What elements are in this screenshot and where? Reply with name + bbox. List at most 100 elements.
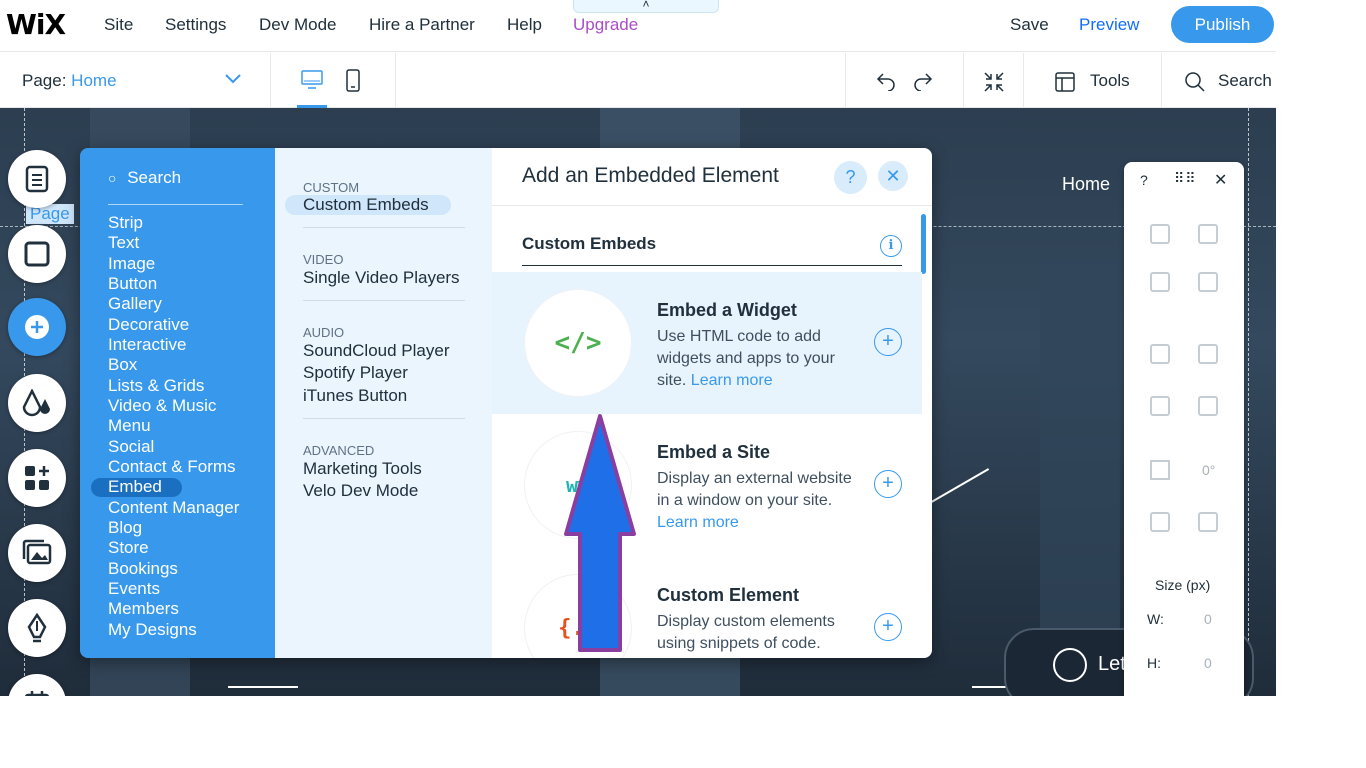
- media-icon: [22, 539, 52, 565]
- search-button[interactable]: Search: [1218, 71, 1272, 91]
- editor-toolbar: Page: Home Tools Search: [0, 53, 1276, 108]
- category-item[interactable]: Decorative: [108, 315, 189, 335]
- add-custom-element-button[interactable]: +: [874, 613, 902, 641]
- add-elements-button[interactable]: [8, 298, 66, 356]
- subcategory-single-video-players[interactable]: Single Video Players: [303, 268, 460, 288]
- menu-settings[interactable]: Settings: [165, 15, 226, 35]
- subcategory-custom-embeds[interactable]: Custom Embeds: [303, 195, 429, 215]
- match-size-icon[interactable]: [1198, 396, 1218, 416]
- menu-site[interactable]: Site: [104, 15, 133, 35]
- paste-icon[interactable]: [1198, 224, 1218, 244]
- collapse-topbar-tab[interactable]: ˄: [573, 0, 719, 13]
- publish-button[interactable]: Publish: [1171, 6, 1274, 43]
- card-title: Custom Element: [657, 585, 800, 605]
- category-item[interactable]: Bookings: [108, 559, 178, 579]
- category-item[interactable]: Contact & Forms: [108, 457, 236, 477]
- custom-element-card[interactable]: {.. Custom Element Display custom elemen…: [492, 557, 922, 658]
- wix-logo[interactable]: WiX: [6, 8, 66, 41]
- help-button[interactable]: ?: [834, 161, 867, 194]
- gridline-right: [1248, 108, 1249, 696]
- menu-help[interactable]: Help: [507, 15, 542, 35]
- category-item[interactable]: Content Manager: [108, 498, 239, 518]
- learn-more-link[interactable]: Learn more: [691, 372, 773, 389]
- category-item[interactable]: Events: [108, 579, 160, 599]
- copy-icon[interactable]: [1150, 224, 1170, 244]
- background-button[interactable]: [8, 225, 66, 283]
- flip-horizontal-icon[interactable]: [1150, 512, 1170, 532]
- subcategory-marketing-tools[interactable]: Marketing Tools: [303, 459, 422, 479]
- tools-button[interactable]: Tools: [1090, 71, 1130, 91]
- up-arrow-annotation: [564, 414, 636, 652]
- category-item[interactable]: Image: [108, 254, 155, 274]
- category-item[interactable]: Box: [108, 355, 137, 375]
- category-item[interactable]: Store: [108, 538, 149, 558]
- flip-vertical-icon[interactable]: [1198, 512, 1218, 532]
- menu-upgrade[interactable]: Upgrade: [573, 15, 638, 35]
- subcategory-soundcloud-player[interactable]: SoundCloud Player: [303, 341, 449, 361]
- code-brackets-icon: </>: [525, 290, 631, 396]
- add-site-button[interactable]: +: [874, 470, 902, 498]
- category-item[interactable]: Button: [108, 274, 157, 294]
- category-item[interactable]: Text: [108, 233, 139, 253]
- arrange-icon[interactable]: [1150, 344, 1170, 364]
- plus-icon: [25, 315, 49, 339]
- zoom-out-icon[interactable]: [983, 71, 1005, 93]
- delete-icon[interactable]: [1198, 272, 1218, 292]
- pages-menu-button[interactable]: [8, 150, 66, 208]
- subcategory-spotify-player[interactable]: Spotify Player: [303, 363, 408, 383]
- embed-widget-card[interactable]: </> Embed a Widget Use HTML code to add …: [492, 272, 922, 414]
- width-input[interactable]: 0: [1204, 611, 1212, 627]
- subcategory-heading: ADVANCED: [303, 443, 375, 458]
- save-button[interactable]: Save: [1010, 15, 1049, 35]
- duplicate-icon[interactable]: [1150, 272, 1170, 292]
- category-item[interactable]: Interactive: [108, 335, 186, 355]
- subcategory-heading: CUSTOM: [303, 180, 360, 195]
- rotate-angle-icon[interactable]: [1150, 460, 1170, 480]
- info-icon[interactable]: i: [880, 235, 902, 257]
- blog-button[interactable]: [8, 599, 66, 657]
- tools-icon[interactable]: [1054, 71, 1076, 93]
- menu-dev-mode[interactable]: Dev Mode: [259, 15, 336, 35]
- undo-icon[interactable]: [875, 71, 897, 91]
- subcategory-velo-dev-mode[interactable]: Velo Dev Mode: [303, 481, 418, 501]
- help-icon[interactable]: ?: [1140, 172, 1148, 188]
- category-item[interactable]: Members: [108, 599, 179, 619]
- search-icon[interactable]: [1184, 71, 1206, 93]
- category-item[interactable]: Menu: [108, 416, 151, 436]
- subcategory-itunes-button[interactable]: iTunes Button: [303, 386, 407, 406]
- apps-button[interactable]: [8, 449, 66, 507]
- chevron-down-icon[interactable]: [224, 73, 242, 85]
- top-bar: WiX Site Settings Dev Mode Hire a Partne…: [0, 0, 1276, 52]
- height-input[interactable]: 0: [1204, 655, 1212, 671]
- close-button[interactable]: ✕: [878, 161, 908, 191]
- rotation-value[interactable]: 0°: [1202, 462, 1215, 478]
- preview-button[interactable]: Preview: [1079, 15, 1139, 35]
- menu-hire-a-partner[interactable]: Hire a Partner: [369, 15, 475, 35]
- category-item[interactable]: Gallery: [108, 294, 162, 314]
- embed-site-card[interactable]: ww Embed a Site Display an external webs…: [492, 414, 922, 556]
- category-item[interactable]: Video & Music: [108, 396, 216, 416]
- page-selector[interactable]: Page: Home: [22, 71, 117, 91]
- media-button[interactable]: [8, 524, 66, 582]
- paint-drop-icon: [22, 389, 50, 417]
- category-item[interactable]: Lists & Grids: [108, 376, 204, 396]
- align-icon[interactable]: [1198, 344, 1218, 364]
- redo-icon[interactable]: [912, 71, 934, 91]
- add-widget-button[interactable]: +: [874, 328, 902, 356]
- mobile-icon[interactable]: [345, 69, 361, 93]
- drag-handle-icon[interactable]: ⠿⠿: [1174, 170, 1197, 187]
- divider: [1023, 53, 1024, 108]
- site-nav-home[interactable]: Home: [1062, 174, 1110, 195]
- close-icon[interactable]: ✕: [1214, 170, 1227, 190]
- scrollbar-thumb[interactable]: [921, 214, 926, 274]
- learn-more-link[interactable]: Learn more: [657, 514, 739, 531]
- category-item[interactable]: Social: [108, 437, 154, 457]
- design-button[interactable]: [8, 374, 66, 432]
- category-search[interactable]: ○ Search: [108, 168, 181, 188]
- category-item[interactable]: Strip: [108, 213, 143, 233]
- category-item[interactable]: My Designs: [108, 620, 197, 640]
- category-item[interactable]: Embed: [108, 477, 162, 497]
- category-item[interactable]: Blog: [108, 518, 142, 538]
- desktop-icon[interactable]: [300, 69, 324, 91]
- distribute-icon[interactable]: [1150, 396, 1170, 416]
